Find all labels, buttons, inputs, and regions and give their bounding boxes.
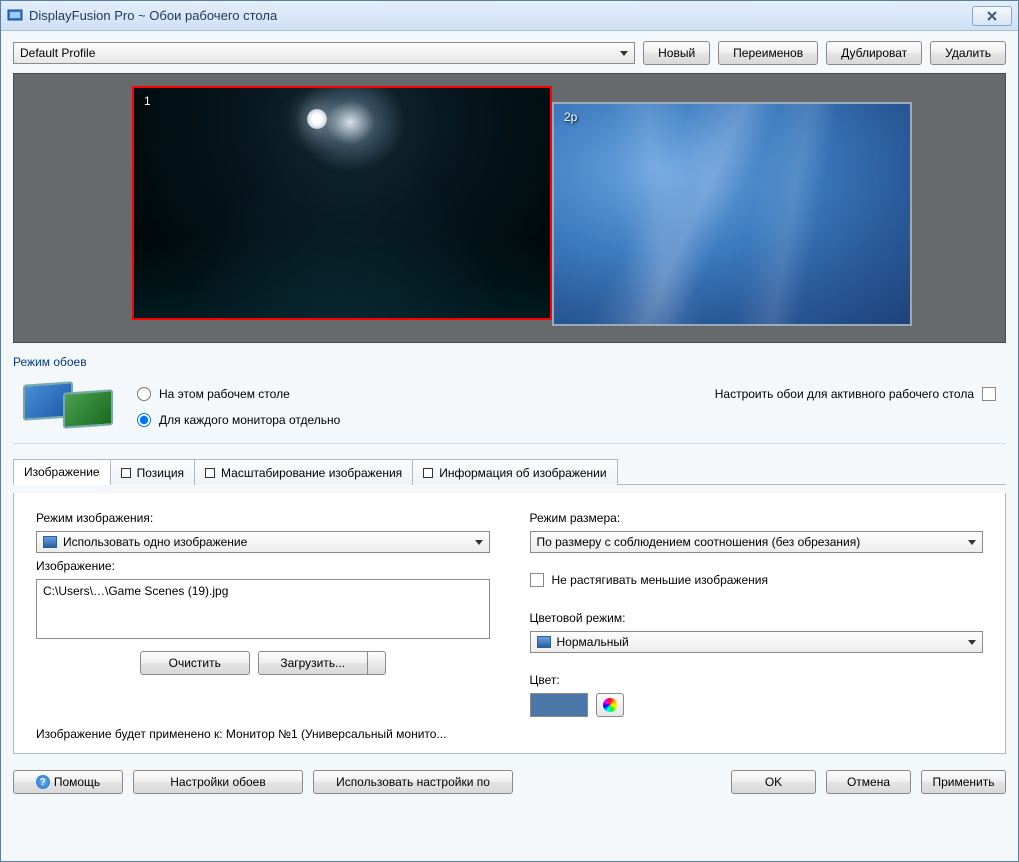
app-window: DisplayFusion Pro ~ Обои рабочего стола … <box>0 0 1019 862</box>
profile-select[interactable]: Default Profile <box>13 42 635 64</box>
duplicate-profile-button[interactable]: Дублироват <box>826 41 922 65</box>
color-mode-label: Цветовой режим: <box>530 611 984 625</box>
wallpaper-mode-label: Режим обоев <box>13 355 1006 369</box>
monitor-2-label: 2p <box>564 110 577 124</box>
tab-body-image: Режим изображения: Использовать одно изо… <box>13 493 1006 754</box>
image-mode-value: Использовать одно изображение <box>63 535 475 549</box>
monitor-1-label: 1 <box>144 94 151 108</box>
chevron-down-icon <box>968 540 976 545</box>
active-desktop-option: Настроить обои для активного рабочего ст… <box>715 381 996 401</box>
size-mode-value: По размеру с соблюдением соотношения (бе… <box>537 535 969 549</box>
radio-each-monitor[interactable]: Для каждого монитора отдельно <box>137 413 340 427</box>
applies-to-text: Изображение будет применено к: Монитор №… <box>36 727 983 741</box>
delete-profile-button[interactable]: Удалить <box>930 41 1006 65</box>
radio-this-desktop-input[interactable] <box>137 387 151 401</box>
profile-toolbar: Default Profile Новый Переименов Дублиро… <box>13 41 1006 65</box>
size-mode-select[interactable]: По размеру с соблюдением соотношения (бе… <box>530 531 984 553</box>
apply-button[interactable]: Применить <box>921 770 1006 794</box>
tab-info-label: Информация об изображении <box>439 466 606 480</box>
use-defaults-button[interactable]: Использовать настройки по <box>313 770 513 794</box>
content-area: Default Profile Новый Переименов Дублиро… <box>1 31 1018 861</box>
monitor-2[interactable]: 2p <box>552 102 912 326</box>
mode-radio-group: На этом рабочем столе Для каждого монито… <box>137 381 340 427</box>
square-icon <box>423 468 433 478</box>
no-stretch-label: Не растягивать меньшие изображения <box>552 573 768 587</box>
clear-button[interactable]: Очистить <box>140 651 250 675</box>
left-column: Режим изображения: Использовать одно изо… <box>36 511 490 717</box>
monitor-preview-area: 1 2p <box>13 73 1006 343</box>
chevron-down-icon <box>475 540 483 545</box>
tab-position[interactable]: Позиция <box>110 459 195 485</box>
right-column: Режим размера: По размеру с соблюдением … <box>530 511 984 717</box>
tab-scaling[interactable]: Масштабирование изображения <box>194 459 413 485</box>
tab-image[interactable]: Изображение <box>13 459 111 485</box>
close-icon <box>986 10 998 22</box>
square-icon <box>205 468 215 478</box>
image-mode-select[interactable]: Использовать одно изображение <box>36 531 490 553</box>
titlebar: DisplayFusion Pro ~ Обои рабочего стола <box>1 1 1018 31</box>
rename-profile-button[interactable]: Переименов <box>718 41 818 65</box>
active-desktop-label: Настроить обои для активного рабочего ст… <box>715 387 974 401</box>
window-title: DisplayFusion Pro ~ Обои рабочего стола <box>29 8 972 23</box>
radio-this-desktop[interactable]: На этом рабочем столе <box>137 387 340 401</box>
bottom-button-bar: ? Помощь Настройки обоев Использовать на… <box>13 762 1006 794</box>
picture-icon <box>43 536 57 548</box>
load-split-button: Загрузить... <box>258 651 386 675</box>
picture-icon <box>537 636 551 648</box>
color-mode-value: Нормальный <box>557 635 969 649</box>
image-path-value: C:\Users\…\Game Scenes (19).jpg <box>43 584 228 598</box>
profile-select-value: Default Profile <box>20 46 95 60</box>
color-label: Цвет: <box>530 673 984 687</box>
size-mode-label: Режим размера: <box>530 511 984 525</box>
active-desktop-checkbox[interactable] <box>982 387 996 401</box>
cancel-button[interactable]: Отмена <box>826 770 911 794</box>
load-dropdown-toggle[interactable] <box>368 651 386 675</box>
chevron-down-icon <box>968 640 976 645</box>
radio-each-monitor-label: Для каждого монитора отдельно <box>159 413 340 427</box>
image-path-field[interactable]: C:\Users\…\Game Scenes (19).jpg <box>36 579 490 639</box>
no-stretch-checkbox[interactable] <box>530 573 544 587</box>
radio-this-desktop-label: На этом рабочем столе <box>159 387 290 401</box>
help-icon: ? <box>36 775 50 789</box>
tab-info[interactable]: Информация об изображении <box>412 459 617 485</box>
load-button[interactable]: Загрузить... <box>258 651 368 675</box>
app-icon <box>7 8 23 24</box>
tab-scaling-label: Масштабирование изображения <box>221 466 402 480</box>
monitor-1[interactable]: 1 <box>132 86 552 320</box>
radio-each-monitor-input[interactable] <box>137 413 151 427</box>
color-swatch[interactable] <box>530 693 588 717</box>
image-path-label: Изображение: <box>36 559 490 573</box>
image-mode-label: Режим изображения: <box>36 511 490 525</box>
tab-position-label: Позиция <box>137 466 184 480</box>
monitors-icon <box>23 381 113 429</box>
help-button[interactable]: ? Помощь <box>13 770 123 794</box>
wallpaper-mode-section: На этом рабочем столе Для каждого монито… <box>13 377 1006 444</box>
chevron-down-icon <box>620 51 628 56</box>
ok-button[interactable]: OK <box>731 770 816 794</box>
color-picker-button[interactable] <box>596 693 624 717</box>
help-button-label: Помощь <box>54 775 100 789</box>
wallpaper-settings-button[interactable]: Настройки обоев <box>133 770 303 794</box>
close-button[interactable] <box>972 6 1012 26</box>
square-icon <box>121 468 131 478</box>
color-mode-select[interactable]: Нормальный <box>530 631 984 653</box>
new-profile-button[interactable]: Новый <box>643 41 710 65</box>
color-wheel-icon <box>603 698 617 712</box>
tab-image-label: Изображение <box>24 465 100 479</box>
tabbar: Изображение Позиция Масштабирование изоб… <box>13 458 1006 485</box>
